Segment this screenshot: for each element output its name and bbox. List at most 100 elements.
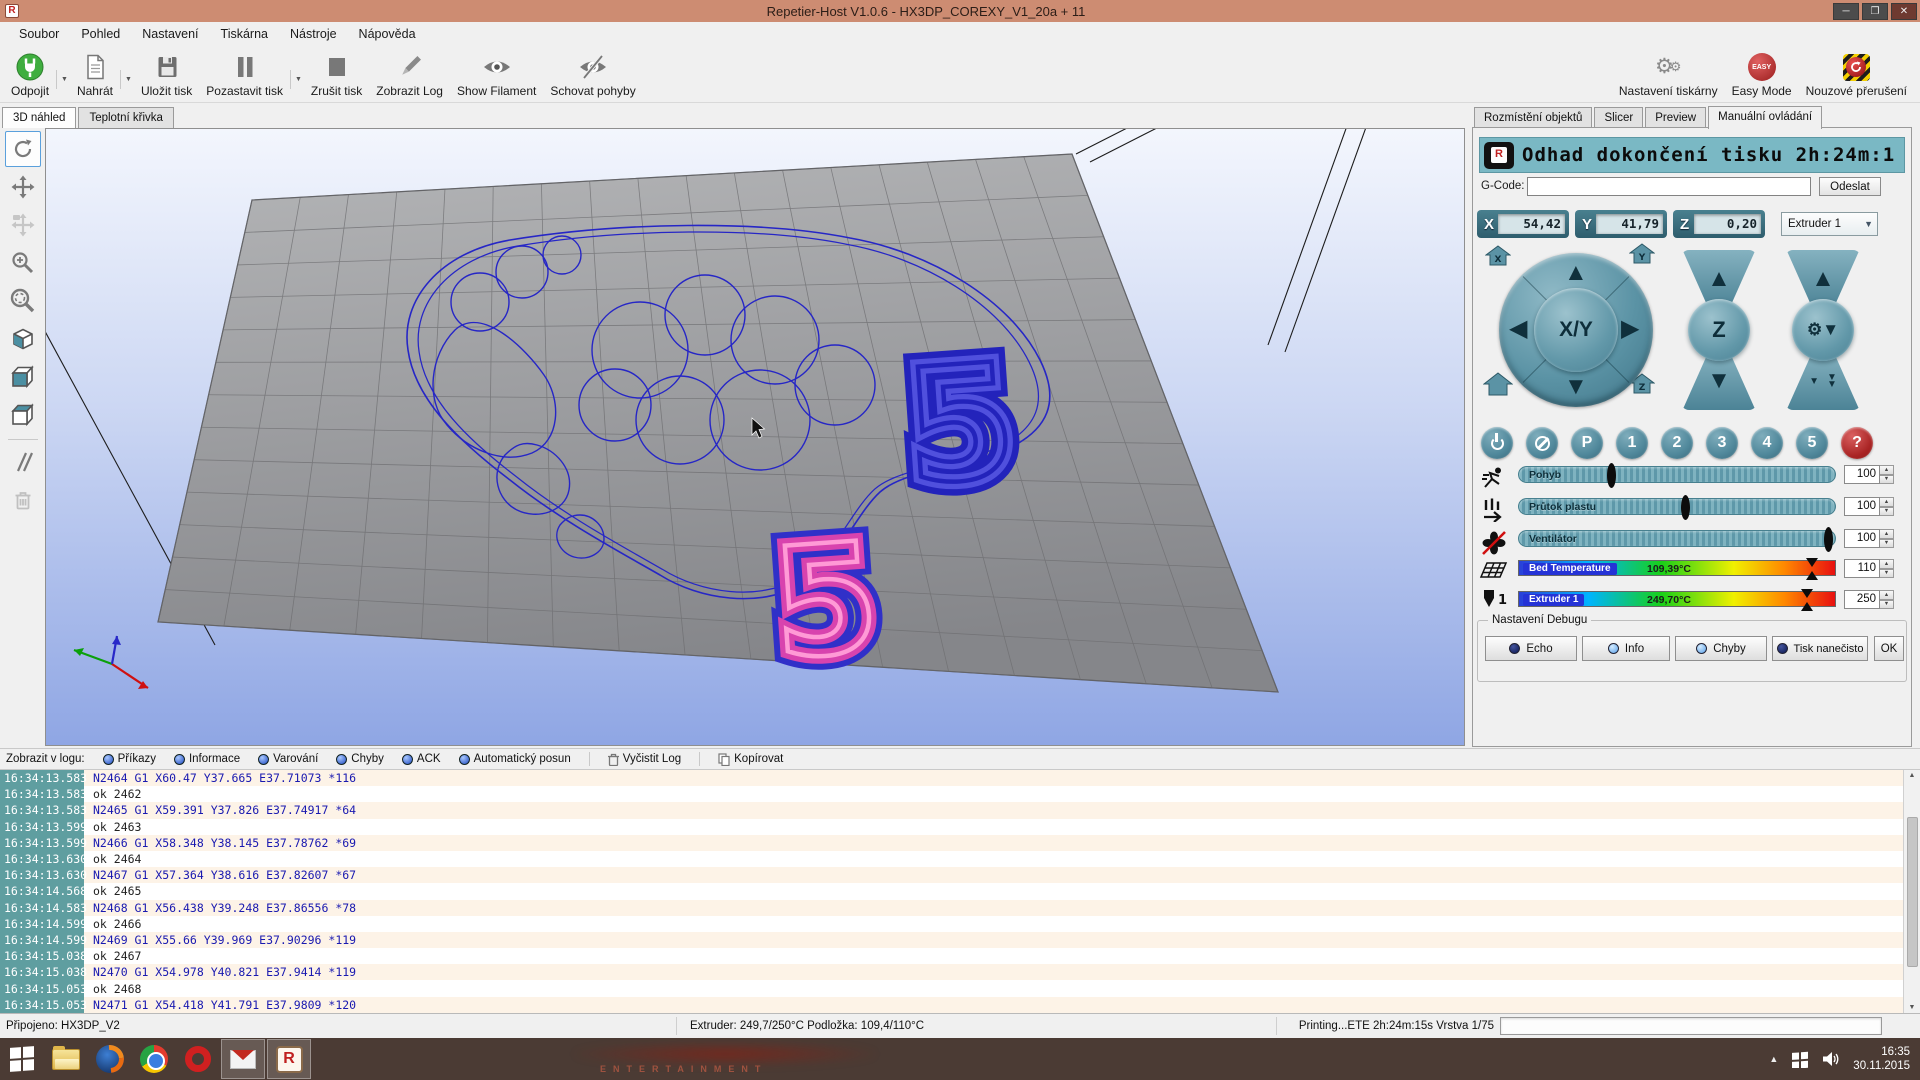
filter-autoscroll[interactable]: Automatický posun <box>459 753 571 765</box>
mail-button[interactable] <box>221 1039 265 1079</box>
preset-4-button[interactable]: 4 <box>1751 427 1783 459</box>
preset-1-button[interactable]: 1 <box>1616 427 1648 459</box>
isometric-view-tool[interactable] <box>5 321 41 357</box>
show-filament-button[interactable]: Show Filament <box>450 48 543 100</box>
top-view-tool[interactable] <box>5 397 41 433</box>
tab-3d-nahled[interactable]: 3D náhled <box>2 107 76 129</box>
scrollbar-thumb[interactable] <box>1907 817 1918 967</box>
cancel-print-button[interactable]: Zrušit tisk <box>304 48 369 100</box>
tab-rozmisteni-objektu[interactable]: Rozmístění objektů <box>1474 107 1592 128</box>
debug-echo-button[interactable]: Echo <box>1485 636 1577 661</box>
minimize-button[interactable]: ─ <box>1833 3 1859 20</box>
jog-y-plus[interactable]: ▲ <box>1564 261 1588 285</box>
flow-up-arrow[interactable]: ▲ <box>1880 497 1894 507</box>
tray-expand-arrow[interactable]: ▲ <box>1769 1054 1778 1064</box>
speed-down-arrow[interactable]: ▼ <box>1880 475 1894 485</box>
zoom-fit-tool[interactable] <box>5 283 41 319</box>
clear-log-button[interactable]: Vyčistit Log <box>608 753 681 766</box>
tray-windows-icon[interactable] <box>1791 1050 1809 1068</box>
extruder-temp-bar[interactable]: Extruder 1 249,70°C <box>1518 591 1836 607</box>
clock[interactable]: 16:35 30.11.2015 <box>1853 1045 1910 1073</box>
speed-slider-thumb[interactable] <box>1607 463 1616 488</box>
menu-tiskarna[interactable]: Tiskárna <box>210 24 279 44</box>
gcode-input[interactable] <box>1527 177 1811 196</box>
tab-manualni-ovladani[interactable]: Manuální ovládání <box>1708 106 1822 129</box>
extruder-jog-control[interactable]: ▲ ▼ ▼▼ ⚙▼ <box>1785 250 1861 410</box>
pause-print-button[interactable]: Pozastavit tisk <box>199 48 290 100</box>
ext-down-arrow[interactable]: ▼ <box>1880 600 1894 610</box>
flow-slider[interactable]: Průtok plastu <box>1518 498 1836 515</box>
help-button[interactable]: ? <box>1841 427 1873 459</box>
tab-slicer[interactable]: Slicer <box>1594 107 1643 128</box>
preset-3-button[interactable]: 3 <box>1706 427 1738 459</box>
copy-log-button[interactable]: Kopírovat <box>718 753 783 766</box>
save-print-button[interactable]: Uložit tisk <box>134 48 199 100</box>
bed-down-arrow[interactable]: ▼ <box>1880 569 1894 579</box>
opera-button[interactable] <box>176 1039 220 1079</box>
move-object-tool[interactable] <box>5 207 41 243</box>
move-view-tool[interactable] <box>5 169 41 205</box>
fan-slider[interactable]: Ventilátor <box>1518 530 1836 547</box>
file-explorer-button[interactable] <box>44 1039 88 1079</box>
extruder-temp-thumb[interactable] <box>1801 589 1813 611</box>
menu-soubor[interactable]: Soubor <box>8 24 70 44</box>
parallel-projection-tool[interactable] <box>5 444 41 480</box>
home-all-button[interactable] <box>1483 371 1513 397</box>
debug-info-button[interactable]: Info <box>1582 636 1670 661</box>
ext-up-arrow[interactable]: ▲ <box>1880 590 1894 600</box>
menu-nastaveni[interactable]: Nastavení <box>131 24 209 44</box>
close-button[interactable]: ✕ <box>1891 3 1917 20</box>
load-dropdown[interactable]: ▼ <box>120 70 134 89</box>
flow-slider-thumb[interactable] <box>1681 495 1690 520</box>
fan-slider-thumb[interactable] <box>1824 527 1833 552</box>
filter-commands[interactable]: Příkazy <box>103 753 156 765</box>
menu-napoveda[interactable]: Nápověda <box>348 24 427 44</box>
park-button[interactable]: P <box>1571 427 1603 459</box>
bed-temp-thumb[interactable] <box>1806 558 1818 580</box>
delete-object-tool[interactable] <box>5 482 41 518</box>
hide-travel-moves-button[interactable]: Schovat pohyby <box>543 48 642 100</box>
home-x-button[interactable]: X <box>1485 244 1511 267</box>
extruder-select[interactable]: Extruder 1▼ <box>1781 212 1878 236</box>
flow-down-arrow[interactable]: ▼ <box>1880 507 1894 517</box>
preset-2-button[interactable]: 2 <box>1661 427 1693 459</box>
rotate-view-tool[interactable] <box>5 131 41 167</box>
maximize-button[interactable]: ❐ <box>1862 3 1888 20</box>
filter-errors[interactable]: Chyby <box>336 753 384 765</box>
bed-up-arrow[interactable]: ▲ <box>1880 559 1894 569</box>
fan-up-arrow[interactable]: ▲ <box>1880 529 1894 539</box>
tab-preview[interactable]: Preview <box>1645 107 1706 128</box>
jog-y-minus[interactable]: ▼ <box>1564 375 1588 399</box>
front-view-tool[interactable] <box>5 359 41 395</box>
volume-icon[interactable] <box>1822 1051 1840 1067</box>
jog-x-minus[interactable]: ◀ <box>1509 317 1527 341</box>
filter-warnings[interactable]: Varování <box>258 753 318 765</box>
home-y-button[interactable]: Y <box>1629 242 1655 265</box>
xy-jog-pad[interactable]: ▲ ▼ ◀ ▶ X/Y <box>1499 253 1653 407</box>
printer-settings-button[interactable]: ⚙⚙ Nastavení tiskárny <box>1612 48 1725 100</box>
power-button[interactable] <box>1481 427 1513 459</box>
pause-dropdown[interactable]: ▼ <box>290 70 304 89</box>
repetier-host-taskbar-button[interactable]: R <box>267 1039 311 1079</box>
bed-temp-bar[interactable]: Bed Temperature 109,39°C <box>1518 560 1836 576</box>
emergency-stop-button[interactable]: Nouzové přerušení <box>1799 48 1914 100</box>
chrome-button[interactable] <box>132 1039 176 1079</box>
jog-x-plus[interactable]: ▶ <box>1621 317 1639 341</box>
firefox-button[interactable] <box>88 1039 132 1079</box>
filament-off-button[interactable] <box>1526 427 1558 459</box>
load-button[interactable]: Nahrát <box>70 48 120 100</box>
debug-ok-button[interactable]: OK <box>1874 636 1904 661</box>
log-scrollbar[interactable]: ▲ ▼ <box>1903 770 1920 1013</box>
filter-ack[interactable]: ACK <box>402 753 441 765</box>
disconnect-button[interactable]: Odpojit <box>4 48 56 100</box>
scroll-up-arrow[interactable]: ▲ <box>1909 772 1916 779</box>
start-button[interactable] <box>0 1039 44 1079</box>
speed-up-arrow[interactable]: ▲ <box>1880 465 1894 475</box>
tab-teplotni-krivka[interactable]: Teplotní křivka <box>78 107 174 128</box>
zoom-tool[interactable] <box>5 245 41 281</box>
preset-5-button[interactable]: 5 <box>1796 427 1828 459</box>
debug-dry-run-button[interactable]: Tisk nanečisto <box>1772 636 1868 661</box>
menu-nastroje[interactable]: Nástroje <box>279 24 348 44</box>
filter-info[interactable]: Informace <box>174 753 240 765</box>
z-jog-control[interactable]: ▲ ▼ Z <box>1681 250 1757 410</box>
